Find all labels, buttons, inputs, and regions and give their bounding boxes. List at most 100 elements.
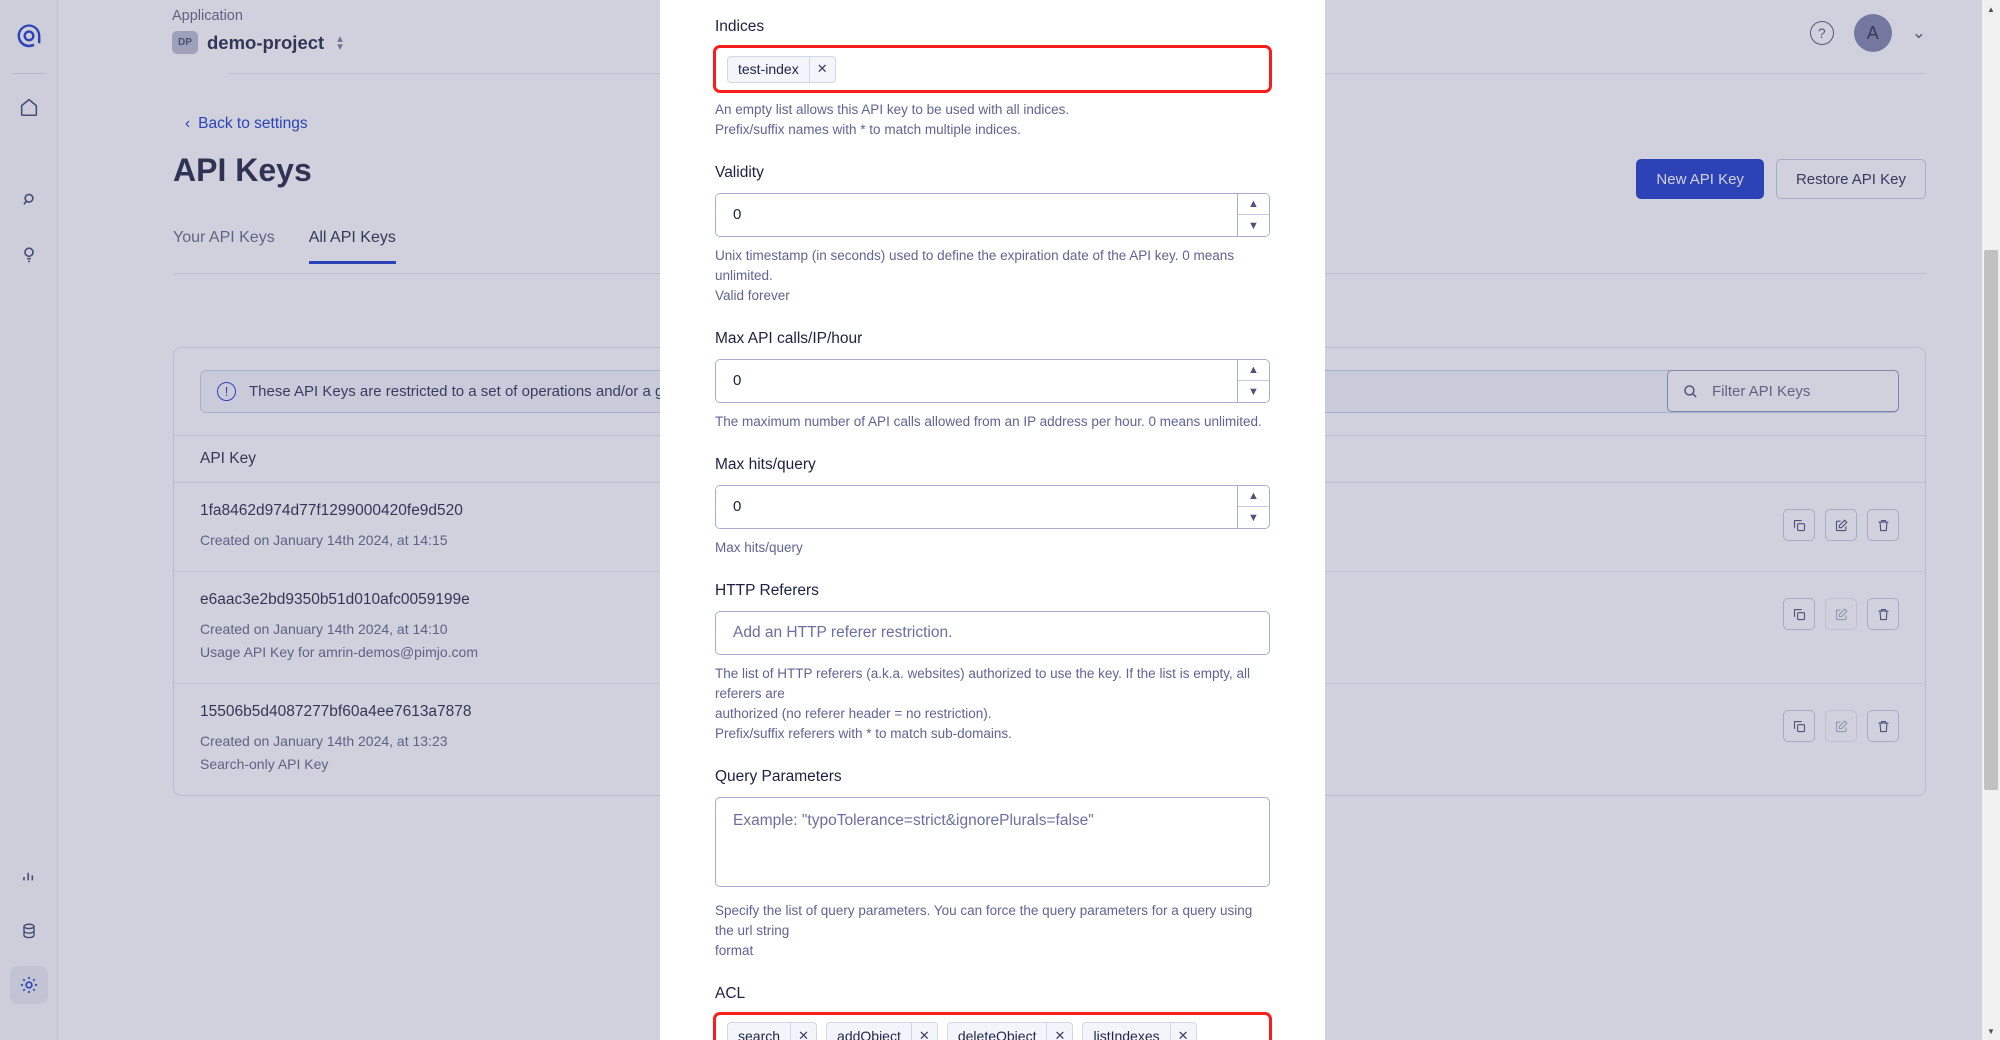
acl-input[interactable]: search ✕ addObject ✕ deleteObject ✕ list… (713, 1011, 1272, 1040)
copy-icon[interactable] (1783, 509, 1815, 541)
tab-your-api-keys[interactable]: Your API Keys (173, 229, 275, 264)
max-hits-label: Max hits/query (715, 455, 816, 473)
validity-help-line1: Unix timestamp (in seconds) used to defi… (715, 247, 1235, 283)
new-api-key-button[interactable]: New API Key (1636, 159, 1764, 199)
edit-icon[interactable] (1825, 710, 1857, 743)
info-icon: ! (217, 382, 236, 401)
row-actions (1783, 509, 1899, 541)
field-max-hits: Max hits/query ▲ ▼ Max hits/query (715, 456, 1270, 558)
indices-help: An empty list allows this API key to be … (715, 100, 1270, 140)
edit-icon[interactable] (1825, 509, 1857, 541)
http-referers-help-line2: authorized (no referer header = no restr… (715, 705, 992, 721)
application-name: demo-project (207, 31, 325, 53)
validity-help: Unix timestamp (in seconds) used to defi… (715, 246, 1270, 306)
chevron-down-icon[interactable]: ▼ (1238, 507, 1269, 528)
max-api-calls-stepper[interactable]: ▲ ▼ (715, 358, 1270, 403)
remove-tag-icon[interactable]: ✕ (790, 1023, 816, 1040)
sidebar-item-insights[interactable] (10, 236, 48, 274)
chevron-up-icon[interactable]: ▲ (1238, 193, 1269, 216)
http-referers-help-line3: Prefix/suffix referers with * to match s… (715, 725, 1012, 741)
page-title: API Keys (173, 152, 312, 188)
max-api-calls-input[interactable] (716, 359, 1237, 402)
remove-tag-icon[interactable]: ✕ (1169, 1023, 1196, 1040)
max-api-calls-help: The maximum number of API calls allowed … (715, 413, 1262, 429)
http-referers-input[interactable] (715, 610, 1270, 655)
back-link-label: Back to settings (198, 115, 308, 132)
search-icon (1684, 384, 1697, 398)
max-hits-spinner[interactable]: ▲ ▼ (1237, 485, 1269, 528)
back-to-settings-link[interactable]: ‹ Back to settings (185, 115, 308, 133)
search-placeholder: Filter API Keys (1712, 382, 1811, 400)
scroll-down-arrow-icon[interactable]: ▼ (1982, 1022, 2000, 1040)
remove-tag-icon[interactable]: ✕ (1046, 1023, 1072, 1040)
delete-icon[interactable] (1867, 710, 1899, 743)
algolia-logo-icon[interactable] (15, 22, 43, 55)
restore-api-key-button[interactable]: Restore API Key (1775, 159, 1926, 199)
api-key-form-modal: Indices test-index ✕ An empty list allow… (660, 0, 1325, 1040)
sidebar-item-data-sources[interactable] (10, 912, 48, 950)
query-parameters-label: Query Parameters (715, 767, 842, 785)
copy-icon[interactable] (1783, 710, 1815, 743)
http-referers-help: The list of HTTP referers (a.k.a. websit… (715, 664, 1270, 744)
indices-help-line1: An empty list allows this API key to be … (715, 102, 1070, 117)
delete-icon[interactable] (1867, 509, 1899, 541)
chevron-up-icon[interactable]: ▲ (1238, 485, 1269, 508)
tab-all-api-keys[interactable]: All API Keys (308, 229, 396, 264)
search-input[interactable]: Filter API Keys (1667, 370, 1899, 412)
indices-help-line2: Prefix/suffix names with * to match mult… (715, 121, 1021, 137)
row-actions (1783, 598, 1899, 631)
indices-tag: test-index ✕ (727, 55, 836, 83)
sidebar-bottom-group (9, 858, 48, 1040)
sidebar-item-analytics[interactable] (10, 858, 48, 896)
left-sidebar (0, 0, 58, 1040)
sidebar-item-search[interactable] (10, 182, 48, 220)
filter-container: Filter API Keys (1667, 370, 1899, 412)
validity-spinner[interactable]: ▲ ▼ (1237, 193, 1269, 236)
chevron-down-icon[interactable]: ▼ (1238, 215, 1269, 236)
scrollbar-thumb[interactable] (1984, 250, 1998, 790)
chevron-up-icon[interactable]: ▲ (1238, 359, 1269, 382)
app-root: Application DP demo-project ▴ ▾ ? A ⌄ ‹ B… (0, 0, 2000, 1040)
delete-icon[interactable] (1867, 598, 1899, 631)
topbar-actions: ? A ⌄ (1809, 14, 1926, 52)
field-max-api-calls: Max API calls/IP/hour ▲ ▼ The maximum nu… (715, 330, 1270, 432)
application-selector[interactable]: Application DP demo-project ▴ ▾ (172, 8, 343, 54)
browser-scrollbar[interactable]: ▲ ▼ (1982, 0, 2000, 1040)
chevron-left-icon: ‹ (185, 115, 191, 132)
field-http-referers: HTTP Referers The list of HTTP referers … (715, 582, 1270, 744)
avatar[interactable]: A (1853, 14, 1892, 52)
sidebar-item-settings[interactable] (9, 966, 48, 1004)
http-referers-help-line1: The list of HTTP referers (a.k.a. websit… (715, 665, 1250, 701)
validity-label: Validity (715, 163, 764, 181)
field-validity: Validity ▲ ▼ Unix timestamp (in seconds)… (715, 164, 1270, 306)
sidebar-item-home[interactable] (10, 88, 48, 126)
validity-stepper[interactable]: ▲ ▼ (715, 192, 1270, 237)
edit-icon[interactable] (1825, 598, 1857, 631)
column-api-key: API Key (200, 450, 256, 467)
chevron-down-icon[interactable]: ⌄ (1912, 23, 1926, 43)
page-header-actions: New API Key Restore API Key (1636, 159, 1926, 199)
max-hits-help: Max hits/query (715, 539, 803, 555)
remove-tag-icon[interactable]: ✕ (910, 1023, 937, 1040)
scroll-up-arrow-icon[interactable]: ▲ (1982, 0, 2000, 18)
chevron-updown-icon[interactable]: ▴ ▾ (337, 33, 343, 52)
acl-label: ACL (715, 984, 746, 1002)
remove-tag-icon[interactable]: ✕ (808, 56, 835, 82)
max-api-calls-label: Max API calls/IP/hour (715, 329, 863, 347)
acl-tag: addObject ✕ (826, 1022, 938, 1040)
acl-tag: listIndexes ✕ (1082, 1022, 1197, 1040)
chevron-down-icon[interactable]: ▼ (1238, 381, 1269, 402)
tag-label: deleteObject (957, 1027, 1037, 1040)
validity-input[interactable] (716, 193, 1237, 236)
max-hits-input[interactable] (716, 485, 1237, 528)
indices-input[interactable]: test-index ✕ (713, 45, 1272, 93)
tabs: Your API Keys All API Keys (173, 229, 396, 264)
query-parameters-input[interactable] (715, 796, 1270, 887)
question-circle-icon[interactable]: ? (1809, 21, 1834, 45)
tag-label: addObject (837, 1027, 901, 1040)
copy-icon[interactable] (1783, 598, 1815, 631)
max-hits-stepper[interactable]: ▲ ▼ (715, 484, 1270, 529)
row-actions (1783, 710, 1899, 743)
query-parameters-help-line2: format (715, 942, 754, 958)
max-api-calls-spinner[interactable]: ▲ ▼ (1237, 359, 1269, 402)
